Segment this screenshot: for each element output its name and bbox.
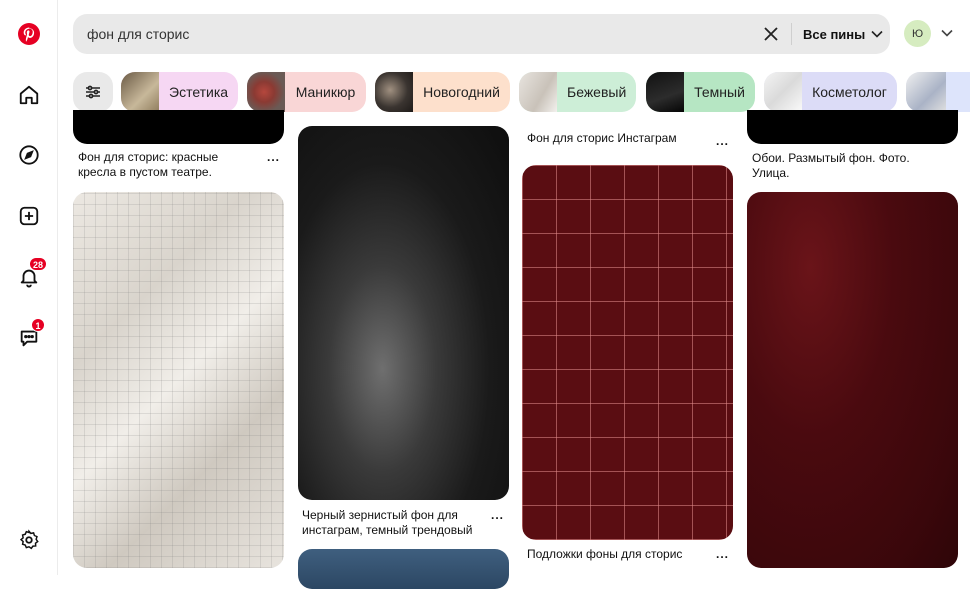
search-bar: Все пины: [73, 14, 890, 54]
notifications-badge: 28: [29, 257, 48, 271]
chip-thumbnail: [375, 72, 413, 112]
chip-label: Новогодний: [423, 84, 500, 100]
avatar[interactable]: Ю: [904, 20, 931, 47]
pinterest-logo-icon[interactable]: [13, 18, 45, 50]
pin-image[interactable]: [522, 165, 733, 540]
notifications-button[interactable]: 28: [13, 257, 48, 293]
pin-filter-dropdown[interactable]: Все пины: [803, 22, 883, 46]
explore-icon[interactable]: [13, 139, 45, 171]
pin-caption-text: Фон для сторис Инстаграм: [527, 131, 677, 145]
chip-partial[interactable]: [906, 72, 970, 112]
pin-caption-text: Фон для сторис: красные кресла в пустом …: [78, 150, 219, 179]
pin-image[interactable]: [298, 126, 509, 500]
chip-manicure[interactable]: Маникюр: [247, 72, 366, 112]
avatar-initial: Ю: [911, 27, 924, 40]
pin-caption: Черный зернистый фон для инстаграм, темн…: [302, 508, 504, 538]
pin-image[interactable]: [747, 192, 958, 568]
pin-image[interactable]: [73, 192, 284, 568]
chip-beige[interactable]: Бежевый: [519, 72, 636, 112]
pin-caption: Подложки фоны для сторис ри... ...: [527, 547, 729, 562]
pin-caption: Обои. Размытый фон. Фото. Улица.: [752, 151, 952, 181]
chip-cosmetologist[interactable]: Косметолог: [764, 72, 897, 112]
suggestion-chips: Эстетика Маникюр Новогодний Бежевый Темн…: [73, 72, 970, 112]
pin-caption-text: Черный зернистый фон для инстаграм, темн…: [302, 508, 473, 537]
create-icon[interactable]: [13, 200, 45, 232]
gear-icon[interactable]: [13, 524, 45, 556]
pin-more-button[interactable]: ...: [716, 134, 729, 149]
pin-image[interactable]: [298, 549, 509, 589]
pin-caption: Фон для сторис Инстаграм ...: [527, 131, 729, 149]
chip-new-year[interactable]: Новогодний: [375, 72, 510, 112]
left-navigation: 28 1: [0, 0, 58, 575]
filters-button[interactable]: [73, 72, 113, 112]
pin-more-button[interactable]: ...: [267, 150, 280, 165]
search-input[interactable]: [87, 24, 747, 44]
chip-label: Маникюр: [295, 84, 356, 100]
account-menu-button[interactable]: [940, 26, 954, 40]
pin-more-button[interactable]: ...: [491, 508, 504, 523]
chip-thumbnail: [906, 72, 946, 112]
sliders-icon: [86, 85, 100, 99]
chip-label: Темный: [694, 84, 745, 100]
chip-dark[interactable]: Темный: [646, 72, 755, 112]
pin-caption-text: Подложки фоны для сторис ри...: [527, 547, 683, 561]
close-icon: [764, 27, 778, 41]
clear-search-button[interactable]: [761, 24, 781, 44]
chevron-down-icon: [941, 29, 953, 37]
pin-caption: Фон для сторис: красные кресла в пустом …: [78, 150, 280, 180]
pin-caption-text: Обои. Размытый фон. Фото. Улица.: [752, 151, 910, 180]
chip-aesthetic[interactable]: Эстетика: [121, 72, 238, 112]
chip-label: Бежевый: [567, 84, 627, 100]
chip-thumbnail: [764, 72, 802, 112]
home-icon[interactable]: [13, 79, 45, 111]
pin-image[interactable]: [747, 110, 958, 144]
chip-thumbnail: [519, 72, 557, 112]
messages-button[interactable]: 1: [13, 318, 45, 354]
divider: [791, 23, 792, 45]
pin-more-button[interactable]: ...: [716, 547, 729, 562]
pin-filter-label: Все пины: [803, 26, 866, 42]
chip-label: Косметолог: [812, 84, 887, 100]
chip-label: Эстетика: [169, 84, 229, 100]
pin-image[interactable]: [73, 110, 284, 144]
chip-thumbnail: [247, 72, 285, 112]
chip-thumbnail: [646, 72, 684, 112]
chevron-down-icon: [871, 30, 883, 38]
chip-thumbnail: [121, 72, 159, 112]
messages-badge: 1: [31, 318, 45, 332]
